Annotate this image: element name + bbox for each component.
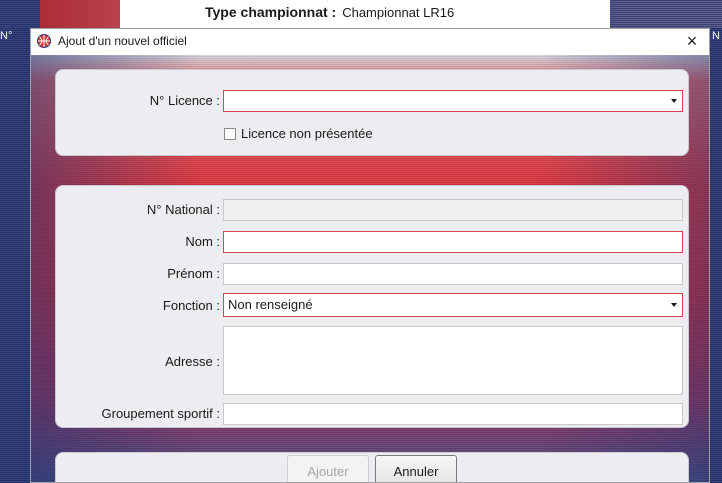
licence-panel: N° Licence : Licence non présentée: [55, 69, 689, 156]
add-official-dialog: Ajout d'un nouvel officiel × N° Licence …: [30, 28, 710, 483]
cancel-button[interactable]: Annuler: [375, 455, 457, 482]
dialog-title: Ajout d'un nouvel officiel: [58, 34, 187, 48]
national-number-label: N° National :: [146, 202, 220, 217]
close-icon: ×: [686, 31, 698, 51]
fonction-combobox[interactable]: Non renseigné: [223, 293, 683, 317]
chevron-down-icon: [671, 303, 677, 307]
adresse-label: Adresse :: [165, 354, 220, 369]
dialog-titlebar: Ajout d'un nouvel officiel ×: [31, 29, 709, 55]
background-number-label-right: N: [712, 30, 720, 42]
groupement-sportif-field[interactable]: [223, 403, 683, 425]
chevron-down-icon: [671, 99, 677, 103]
nom-field[interactable]: [223, 231, 683, 253]
nom-label: Nom :: [185, 234, 220, 249]
adresse-textarea[interactable]: [223, 326, 683, 395]
background-header-title: Type championnat : Championnat LR16: [205, 4, 454, 20]
national-number-field: [223, 199, 683, 221]
background-header-red-accent: [40, 0, 120, 28]
add-button[interactable]: Ajouter: [287, 455, 369, 482]
background-number-label-left: N°: [0, 30, 13, 42]
licence-not-presented-checkbox[interactable]: [224, 128, 236, 140]
fonction-label: Fonction :: [162, 298, 220, 313]
groupement-sportif-label: Groupement sportif :: [101, 406, 221, 421]
prenom-label: Prénom :: [167, 266, 220, 281]
background-header-right: [610, 0, 722, 28]
dialog-body: N° Licence : Licence non présentée N° Na…: [31, 55, 709, 482]
background-right-edge: [710, 28, 722, 483]
official-details-panel: N° National : Nom : Prénom : Fonction : …: [55, 185, 689, 428]
fonction-value: Non renseigné: [228, 297, 313, 312]
licence-number-combobox[interactable]: [223, 90, 683, 112]
basketball-logo-icon: [37, 34, 51, 48]
prenom-field[interactable]: [223, 263, 683, 285]
championship-type-label: Type championnat :: [205, 4, 337, 20]
background-left-edge: [0, 28, 32, 483]
licence-number-label: N° Licence :: [149, 93, 220, 108]
actions-panel: Ajouter Annuler: [55, 452, 689, 482]
close-button[interactable]: ×: [679, 30, 705, 52]
licence-not-presented-label: Licence non présentée: [241, 126, 373, 141]
championship-type-value: Championnat LR16: [342, 5, 455, 20]
